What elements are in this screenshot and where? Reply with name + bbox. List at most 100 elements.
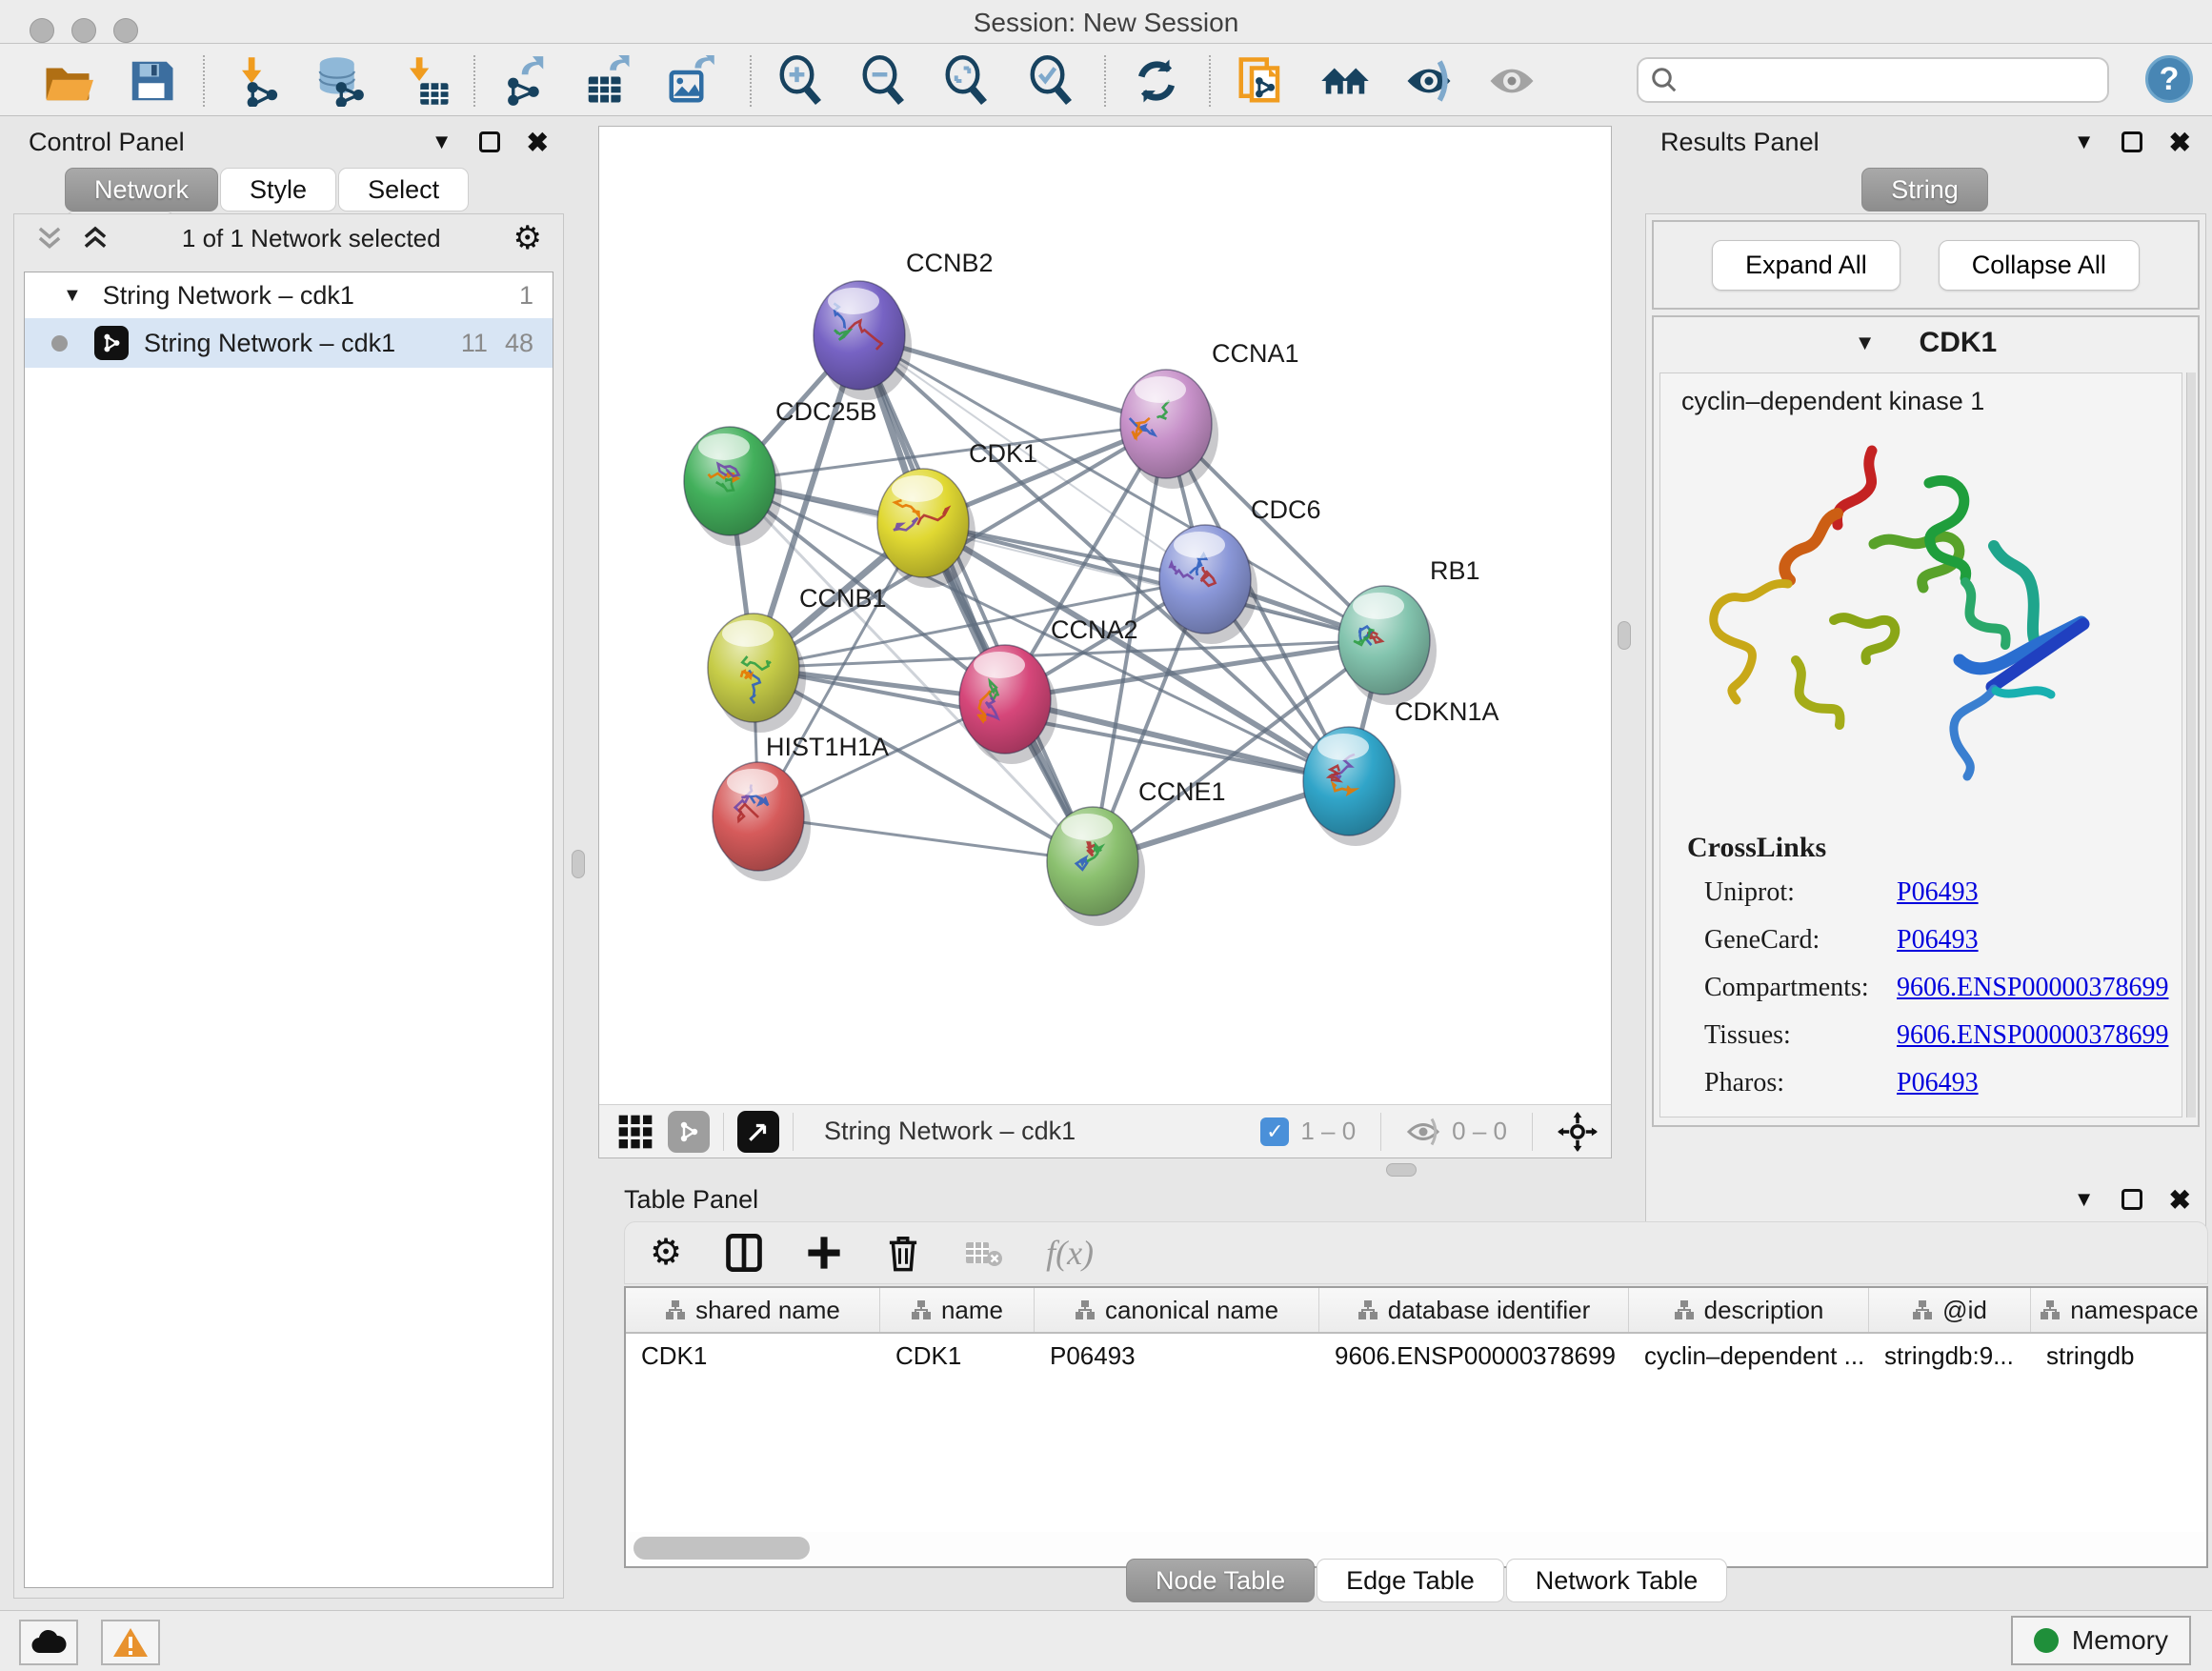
panel-float-icon[interactable] <box>2122 131 2142 152</box>
splitter-handle-right[interactable] <box>1618 621 1631 650</box>
zoom-in-button[interactable] <box>774 53 829 109</box>
splitter-handle-left[interactable] <box>572 850 585 878</box>
splitter-handle-bottom[interactable] <box>1386 1163 1417 1177</box>
network-node-CDC6[interactable]: CDC6 <box>1159 495 1321 644</box>
warnings-button[interactable] <box>101 1620 160 1665</box>
crosslink-value-link[interactable]: P06493 <box>1897 925 1979 956</box>
network-node-HIST1H1A[interactable]: HIST1H1A <box>713 733 889 881</box>
save-session-button[interactable] <box>124 53 179 109</box>
expand-all-chevron-icon[interactable] <box>35 226 64 251</box>
fit-crosshair-icon[interactable] <box>1558 1112 1598 1152</box>
network-edge-CCNB2-CCNE1[interactable] <box>859 335 1093 861</box>
toolbar-search[interactable] <box>1637 57 2109 103</box>
tab-select[interactable]: Select <box>338 168 469 211</box>
panel-close-icon[interactable]: ✖ <box>527 127 549 158</box>
node-label-CCNB1: CCNB1 <box>799 584 887 613</box>
crosslink-value-link[interactable]: P06493 <box>1897 877 1979 908</box>
network-row-selected[interactable]: String Network – cdk1 11 48 <box>25 318 553 368</box>
panel-float-icon[interactable] <box>2122 1189 2142 1210</box>
column-header[interactable]: canonical name <box>1035 1288 1319 1332</box>
table-hscrollbar-thumb[interactable] <box>633 1537 810 1560</box>
houses-icon <box>1319 55 1371 107</box>
memory-button[interactable]: Memory <box>2011 1616 2191 1665</box>
zoom-fit-button[interactable] <box>939 53 995 109</box>
network-node-RB1[interactable]: RB1 <box>1338 556 1480 705</box>
panel-menu-icon[interactable]: ▼ <box>2074 130 2095 154</box>
import-table-button[interactable] <box>399 53 454 109</box>
zoom-out-button[interactable] <box>856 53 912 109</box>
table-cell[interactable]: cyclin–dependent ... <box>1629 1334 1869 1378</box>
zoom-fit-icon <box>941 55 993 107</box>
crosslink-value-link[interactable]: 9606.ENSP00000378699 <box>1897 973 2168 1003</box>
network-share-view-icon[interactable] <box>668 1111 710 1153</box>
crosslink-row: Compartments:9606.ENSP00000378699 <box>1687 973 2182 1003</box>
show-eye-button[interactable] <box>1484 53 1539 109</box>
selected-checkbox-icon[interactable]: ✓ <box>1260 1117 1289 1146</box>
help-button[interactable]: ? <box>2145 55 2193 103</box>
import-network-file-button[interactable] <box>231 53 287 109</box>
current-network-name: String Network – cdk1 <box>824 1117 1260 1146</box>
import-network-database-button[interactable] <box>312 53 367 109</box>
network-collection-row[interactable]: ▼ String Network – cdk1 1 <box>25 272 553 318</box>
column-header[interactable]: name <box>880 1288 1035 1332</box>
delete-column-trash-icon[interactable] <box>886 1234 920 1272</box>
table-cell[interactable]: stringdb:9... <box>1869 1334 2031 1378</box>
results-scrollbar[interactable] <box>2186 372 2196 1117</box>
table-cell[interactable]: CDK1 <box>626 1334 880 1378</box>
panel-close-icon[interactable]: ✖ <box>2169 1184 2191 1216</box>
panel-menu-icon[interactable]: ▼ <box>2074 1187 2095 1212</box>
grid-view-icon[interactable] <box>616 1113 654 1151</box>
panel-close-icon[interactable]: ✖ <box>2169 127 2191 158</box>
column-header[interactable]: shared name <box>626 1288 880 1332</box>
network-graph[interactable]: CCNB2CCNA1CDC25BCDK1CDC6RB1CCNB1CCNA2CDK… <box>599 127 1611 1104</box>
table-cell[interactable]: P06493 <box>1035 1334 1319 1378</box>
collection-expander-icon[interactable]: ▼ <box>63 285 82 307</box>
tab-network[interactable]: Network <box>65 168 218 211</box>
network-node-CCNE1[interactable]: CCNE1 <box>1047 777 1226 926</box>
cloud-status-button[interactable] <box>19 1620 78 1665</box>
panel-menu-icon[interactable]: ▼ <box>432 130 452 154</box>
tab-style[interactable]: Style <box>220 168 336 211</box>
column-header[interactable]: description <box>1629 1288 1869 1332</box>
tab-network-table[interactable]: Network Table <box>1506 1559 1728 1602</box>
refresh-layout-button[interactable] <box>1129 53 1184 109</box>
column-type-icon <box>665 1299 686 1320</box>
column-header[interactable]: namespace <box>2031 1288 2208 1332</box>
search-input[interactable] <box>1679 66 2079 95</box>
open-session-button[interactable] <box>40 53 95 109</box>
birds-eye-view-icon[interactable] <box>737 1111 779 1153</box>
column-header[interactable]: @id <box>1869 1288 2031 1332</box>
column-header[interactable]: database identifier <box>1319 1288 1629 1332</box>
network-options-gear-icon[interactable]: ⚙ <box>513 222 542 254</box>
table-row[interactable]: CDK1CDK1P064939606.ENSP00000378699cyclin… <box>626 1334 2206 1378</box>
tab-node-table[interactable]: Node Table <box>1126 1559 1315 1602</box>
table-settings-gear-icon[interactable]: ⚙ <box>650 1235 682 1271</box>
window-title: Session: New Session <box>0 8 2212 38</box>
network-node-CCNB1[interactable]: CCNB1 <box>708 584 887 733</box>
expand-all-button[interactable]: Expand All <box>1712 240 1900 291</box>
panel-float-icon[interactable] <box>479 131 500 152</box>
export-network-button[interactable] <box>496 53 552 109</box>
crosslink-value-link[interactable]: 9606.ENSP00000378699 <box>1897 1020 2168 1051</box>
table-cell[interactable]: 9606.ENSP00000378699 <box>1319 1334 1629 1378</box>
section-collapse-icon[interactable]: ▼ <box>1855 331 1876 355</box>
hide-unhide-button[interactable] <box>1401 53 1457 109</box>
add-column-icon[interactable] <box>806 1235 842 1271</box>
export-image-button[interactable] <box>663 53 718 109</box>
network-node-CDKN1A[interactable]: CDKN1A <box>1303 697 1499 846</box>
crosslink-value-link[interactable]: P06493 <box>1897 1068 1979 1098</box>
tab-edge-table[interactable]: Edge Table <box>1317 1559 1504 1602</box>
export-table-button[interactable] <box>580 53 635 109</box>
network-node-CCNA1[interactable]: CCNA1 <box>1120 339 1299 489</box>
tab-string[interactable]: String <box>1861 168 1988 211</box>
table-cell[interactable]: CDK1 <box>880 1334 1035 1378</box>
houses-button[interactable] <box>1317 53 1373 109</box>
clone-network-button[interactable] <box>1233 53 1288 109</box>
collapse-all-button[interactable]: Collapse All <box>1939 240 2140 291</box>
table-cell[interactable]: stringdb <box>2031 1334 2208 1378</box>
help-icon: ? <box>2160 61 2180 98</box>
titlebar: Session: New Session <box>0 0 2212 44</box>
show-columns-icon[interactable] <box>726 1234 762 1272</box>
zoom-selected-button[interactable] <box>1024 53 1079 109</box>
collapse-all-chevron-icon[interactable] <box>81 226 110 251</box>
